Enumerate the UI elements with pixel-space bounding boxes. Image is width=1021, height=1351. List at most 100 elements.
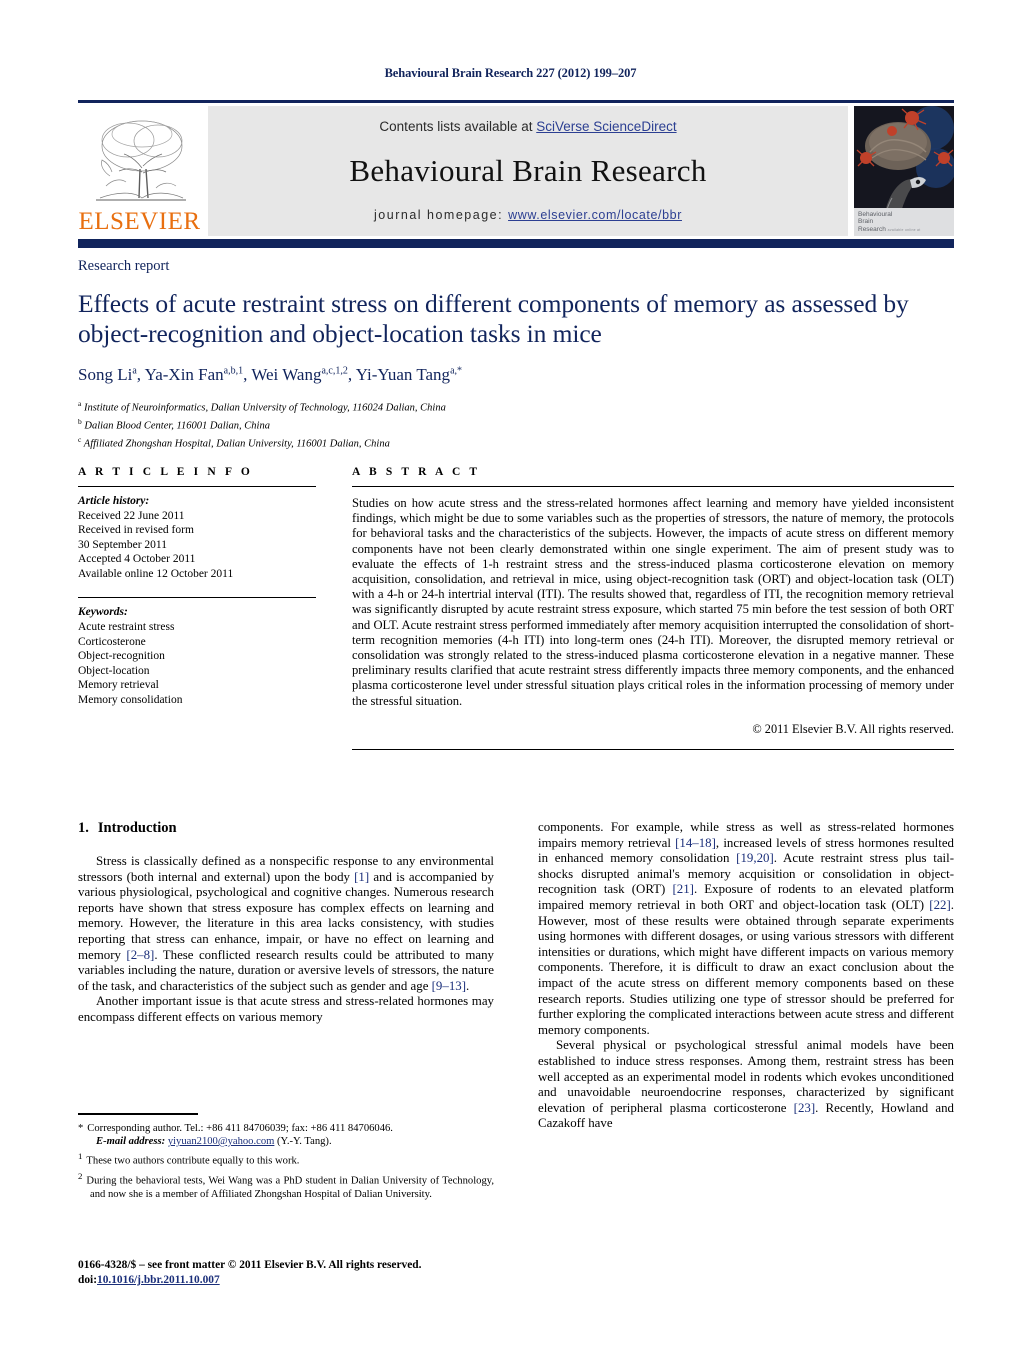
affiliation-marker: b bbox=[78, 417, 82, 426]
abstract-bottom-rule bbox=[352, 748, 954, 750]
article-title-block: Research report Effects of acute restrai… bbox=[78, 258, 954, 451]
affiliation-text: Affiliated Zhongshan Hospital, Dalian Un… bbox=[83, 438, 390, 450]
journal-homepage-line: journal homepage: www.elsevier.com/locat… bbox=[374, 208, 682, 222]
info-abstract-area: A R T I C L E I N F O Article history: R… bbox=[78, 466, 954, 750]
body-paragraph: Several physical or psychological stress… bbox=[538, 1038, 954, 1131]
section-heading-introduction: 1. Introduction bbox=[78, 820, 494, 837]
abstract-rule bbox=[352, 486, 954, 487]
footnote-text: These two authors contribute equally to … bbox=[86, 1155, 300, 1167]
affiliation-item: a Institute of Neuroinformatics, Dalian … bbox=[78, 397, 954, 415]
keywords-rule bbox=[78, 597, 316, 599]
footnote-marker: 2 bbox=[78, 1171, 83, 1182]
footnote-marker: * bbox=[78, 1122, 84, 1134]
keyword-item: Object-location bbox=[78, 664, 150, 677]
issn-front-matter: 0166-4328/$ – see front matter © 2011 El… bbox=[78, 1259, 422, 1271]
keyword-item: Object-recognition bbox=[78, 650, 165, 663]
citation-ref[interactable]: [2–8] bbox=[126, 948, 154, 962]
article-history-item: Received in revised form bbox=[78, 524, 194, 537]
article-body: 1. Introduction Stress is classically def… bbox=[78, 820, 954, 1132]
journal-cover-caption: Behavioural Brain Research available onl… bbox=[854, 207, 954, 236]
journal-cover-thumbnail: Behavioural Brain Research available onl… bbox=[854, 105, 954, 236]
article-info-rule bbox=[78, 486, 316, 487]
keyword-item: Memory retrieval bbox=[78, 679, 159, 692]
citation-ref[interactable]: [19,20] bbox=[736, 851, 774, 865]
article-history-item: Available online 12 October 2011 bbox=[78, 567, 234, 580]
citation-ref[interactable]: [21] bbox=[672, 882, 693, 896]
affiliation-marker: a bbox=[78, 399, 82, 408]
footnote-text: Corresponding author. Tel.: +86 411 8470… bbox=[87, 1122, 393, 1134]
author-list: Song Lia, Ya-Xin Fana,b,1, Wei Wanga,c,1… bbox=[78, 365, 463, 384]
masthead-panel: Contents lists available at SciVerse Sci… bbox=[208, 105, 848, 236]
keywords-label: Keywords: bbox=[78, 606, 128, 619]
article-type-label: Research report bbox=[78, 258, 170, 274]
section-title: Introduction bbox=[97, 820, 177, 836]
abstract-heading: A B S T R A C T bbox=[352, 466, 481, 478]
abstract-text: Studies on how acute stress and the stre… bbox=[352, 496, 954, 708]
email-link[interactable]: yiyuan2100@yahoo.com bbox=[168, 1136, 275, 1147]
journal-homepage-link[interactable]: www.elsevier.com/locate/bbr bbox=[508, 208, 682, 222]
body-paragraph: Another important issue is that acute st… bbox=[78, 994, 494, 1024]
footnote-text: During the behavioral tests, Wei Wang wa… bbox=[86, 1175, 494, 1201]
cover-caption-line1: Behavioural bbox=[858, 210, 893, 218]
citation-ref[interactable]: [1] bbox=[354, 870, 369, 884]
affiliation-list: a Institute of Neuroinformatics, Dalian … bbox=[78, 397, 954, 451]
abstract-copyright: © 2011 Elsevier B.V. All rights reserved… bbox=[752, 721, 954, 736]
page-title: Effects of acute restraint stress on dif… bbox=[78, 289, 909, 348]
masthead-bottom-rule bbox=[78, 238, 954, 248]
affiliation-marker: c bbox=[78, 435, 82, 444]
article-history-item: 30 September 2011 bbox=[78, 538, 168, 551]
article-history-label: Article history: bbox=[78, 495, 150, 507]
body-column-gutter bbox=[494, 820, 538, 1132]
citation-ref[interactable]: [14–18] bbox=[675, 836, 716, 850]
keywords-block: Keywords: Acute restraint stress Cortico… bbox=[78, 597, 316, 707]
body-column-right: components. For example, while stress as… bbox=[538, 820, 954, 1132]
footnote-corresponding-author: * Corresponding author. Tel.: +86 411 847… bbox=[78, 1122, 494, 1135]
email-suffix: (Y.-Y. Tang). bbox=[277, 1136, 332, 1147]
footnote-note-2: 2 During the behavioral tests, Wei Wang w… bbox=[78, 1170, 494, 1201]
contents-available-line: Contents lists available at SciVerse Sci… bbox=[379, 119, 676, 134]
cover-caption-line3: Research bbox=[858, 225, 886, 233]
email-label: E-mail address: bbox=[96, 1136, 166, 1147]
body-column-left: 1. Introduction Stress is classically def… bbox=[78, 820, 494, 1132]
running-head: Behavioural Brain Research 227 (2012) 19… bbox=[384, 66, 637, 80]
doi-link[interactable]: 10.1016/j.bbr.2011.10.007 bbox=[97, 1274, 220, 1286]
keyword-item: Acute restraint stress bbox=[78, 620, 175, 633]
sciencedirect-link[interactable]: SciVerse ScienceDirect bbox=[536, 119, 676, 134]
imprint-block: 0166-4328/$ – see front matter © 2011 El… bbox=[78, 1258, 548, 1288]
doi-label: doi: bbox=[78, 1274, 97, 1286]
cover-caption-line2: Brain bbox=[858, 218, 874, 226]
section-number: 1. bbox=[78, 820, 89, 836]
paper-page: Behavioural Brain Research 227 (2012) 19… bbox=[0, 0, 1021, 1351]
elsevier-tree-icon bbox=[86, 116, 194, 208]
column-gutter bbox=[316, 466, 352, 750]
affiliation-text: Dalian Blood Center, 116001 Dalian, Chin… bbox=[84, 420, 270, 432]
citation-ref[interactable]: [23] bbox=[794, 1101, 815, 1115]
affiliation-text: Institute of Neuroinformatics, Dalian Un… bbox=[83, 402, 446, 414]
body-paragraph: Stress is classically defined as a nonsp… bbox=[78, 854, 494, 993]
elsevier-logo: ELSEVIER bbox=[78, 106, 201, 236]
affiliation-item: b Dalian Blood Center, 116001 Dalian, Ch… bbox=[78, 415, 954, 433]
doi-line: doi:10.1016/j.bbr.2011.10.007 bbox=[78, 1273, 548, 1288]
footnote-email: E-mail address: yiyuan2100@yahoo.com (Y.… bbox=[78, 1135, 494, 1148]
footnote-marker: 1 bbox=[78, 1151, 83, 1162]
footnote-note-1: 1 These two authors contribute equally to… bbox=[78, 1150, 494, 1168]
article-info-column: A R T I C L E I N F O Article history: R… bbox=[78, 466, 316, 750]
journal-title: Behavioural Brain Research bbox=[349, 152, 707, 188]
article-history-item: Received 22 June 2011 bbox=[78, 509, 185, 522]
article-history-item: Accepted 4 October 2011 bbox=[78, 553, 196, 566]
journal-masthead: ELSEVIER Contents lists available at Sci… bbox=[78, 100, 954, 248]
contents-prefix: Contents lists available at bbox=[379, 118, 537, 134]
article-info-heading: A R T I C L E I N F O bbox=[78, 466, 253, 478]
masthead-top-rule bbox=[78, 100, 954, 103]
citation-ref[interactable]: [9–13] bbox=[432, 979, 466, 993]
elsevier-wordmark: ELSEVIER bbox=[78, 207, 201, 235]
body-paragraph: components. For example, while stress as… bbox=[538, 820, 955, 1037]
affiliation-item: c Affiliated Zhongshan Hospital, Dalian … bbox=[78, 433, 954, 451]
citation-ref[interactable]: [22] bbox=[929, 898, 950, 912]
keyword-item: Memory consolidation bbox=[78, 693, 183, 706]
homepage-prefix: journal homepage: bbox=[374, 207, 504, 222]
footnotes-block: * Corresponding author. Tel.: +86 411 847… bbox=[78, 1113, 494, 1202]
footnote-separator-rule bbox=[78, 1113, 198, 1115]
keyword-item: Corticosterone bbox=[78, 635, 146, 648]
abstract-column: A B S T R A C T Studies on how acute str… bbox=[352, 466, 954, 750]
